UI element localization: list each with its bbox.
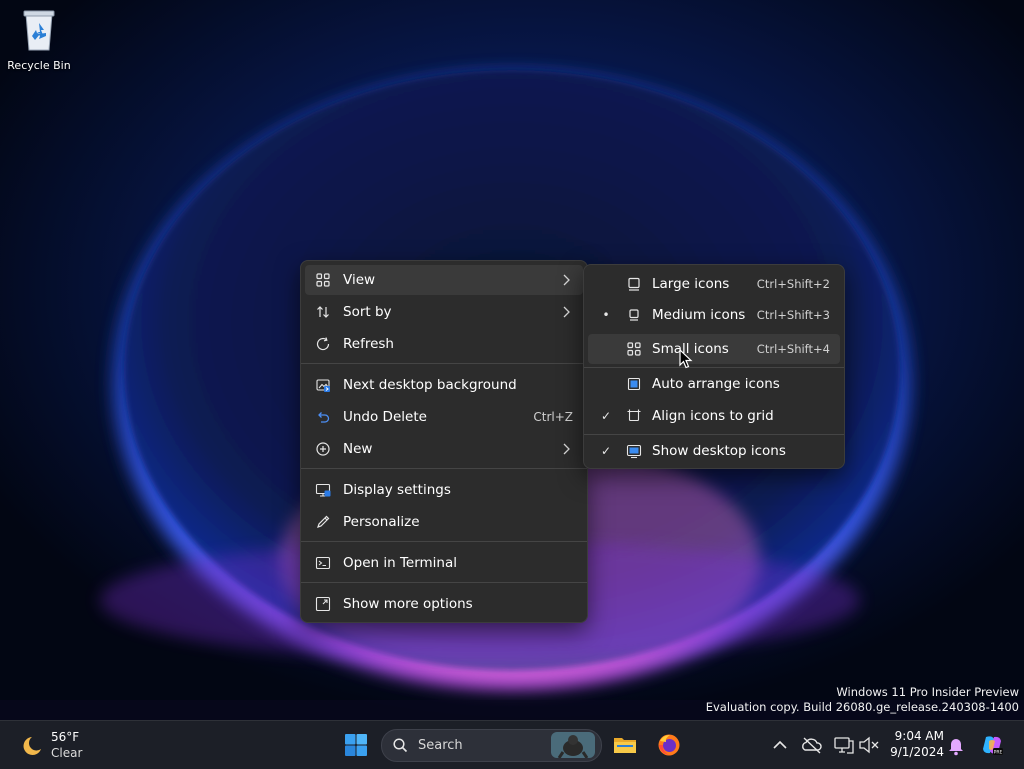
menu-item-label: Display settings (343, 482, 451, 498)
menu-item-open-in-terminal[interactable]: Open in Terminal (305, 548, 583, 578)
clock-time: 9:04 AM (894, 729, 944, 743)
chevron-up-icon[interactable] (768, 733, 792, 757)
pen-icon (317, 515, 330, 528)
chevron-right-icon (563, 306, 570, 318)
menu-item-label: New (343, 441, 373, 457)
undo-icon (318, 412, 330, 423)
file-explorer-icon (614, 738, 636, 753)
weather-widget[interactable]: 56°F Clear (18, 729, 98, 761)
selection-mark: • (602, 308, 610, 322)
menu-item-label: Next desktop background (343, 377, 517, 393)
menu-item-label: Show more options (343, 596, 473, 612)
file-explorer-button[interactable] (607, 727, 643, 763)
desktop-context-menu: View Sort by Refresh Next desktop backgr… (300, 260, 588, 623)
small-icons-icon (627, 342, 641, 356)
watermark-line-1: Windows 11 Pro Insider Preview (836, 685, 1019, 699)
system-clock[interactable]: 9:04 AM 9/1/2024 (884, 728, 944, 760)
menu-item-next-desktop-background[interactable]: Next desktop background (305, 370, 583, 400)
large-icons-icon (628, 277, 640, 291)
submenu-separator (584, 434, 844, 435)
menu-item-personalize[interactable]: Personalize (305, 507, 583, 537)
menu-item-display-settings[interactable]: Display settings (305, 475, 583, 505)
display-icon (315, 483, 331, 497)
refresh-icon (316, 337, 330, 351)
view-grid-icon (316, 273, 330, 287)
checkmark-icon: ✓ (600, 444, 612, 458)
checkmark-icon: ✓ (600, 409, 612, 423)
search-placeholder: Search (418, 738, 463, 753)
show-desktop-icon (626, 444, 642, 459)
mouse-cursor-icon (679, 349, 693, 369)
more-options-icon (315, 596, 331, 612)
taskbar: 56°F Clear Search 9:04 AM 9/1/2024 PRE (0, 720, 1024, 769)
medium-icons-icon (629, 309, 639, 321)
undo-shortcut: Ctrl+Z (533, 410, 573, 424)
submenu-shortcut: Ctrl+Shift+3 (756, 308, 830, 322)
start-button[interactable] (338, 727, 374, 763)
evaluation-watermark: Windows 11 Pro Insider Preview Evaluatio… (706, 685, 1019, 715)
new-plus-icon (316, 442, 330, 456)
submenu-item-auto-arrange-icons[interactable]: Auto arrange icons (588, 369, 840, 399)
search-highlight-gorilla-icon (551, 732, 595, 758)
menu-item-label: Personalize (343, 514, 420, 530)
submenu-item-large-icons[interactable]: Large icons Ctrl+Shift+2 (588, 269, 840, 299)
submenu-shortcut: Ctrl+Shift+2 (756, 277, 830, 291)
notification-bell-icon[interactable] (944, 733, 968, 757)
next-background-icon (316, 379, 330, 392)
menu-separator (301, 541, 587, 542)
menu-separator (301, 363, 587, 364)
chevron-right-icon (563, 274, 570, 286)
submenu-item-label: Show desktop icons (652, 443, 786, 459)
submenu-item-show-desktop-icons[interactable]: ✓ Show desktop icons (588, 436, 840, 466)
volume-muted-icon[interactable] (857, 733, 881, 757)
submenu-item-label: Medium icons (652, 307, 746, 323)
weather-condition: Clear (51, 746, 83, 760)
menu-item-label: Undo Delete (343, 409, 427, 425)
network-icon[interactable] (832, 733, 856, 757)
menu-item-label: Open in Terminal (343, 555, 457, 571)
menu-item-refresh[interactable]: Refresh (305, 329, 583, 359)
submenu-item-medium-icons[interactable]: • Medium icons Ctrl+Shift+3 (588, 300, 840, 330)
menu-item-label: Sort by (343, 304, 392, 320)
chevron-right-icon (563, 443, 570, 455)
menu-item-view[interactable]: View (305, 265, 583, 295)
view-submenu: Large icons Ctrl+Shift+2 • Medium icons … (583, 264, 845, 469)
submenu-item-label: Align icons to grid (652, 408, 774, 424)
submenu-item-small-icons[interactable]: Small icons Ctrl+Shift+4 (588, 334, 840, 364)
auto-arrange-icon (627, 377, 641, 391)
recycle-bin-desktop-icon[interactable]: Recycle Bin (4, 6, 74, 72)
recycle-bin-icon (23, 10, 55, 51)
menu-separator (301, 468, 587, 469)
align-grid-icon (627, 409, 641, 422)
firefox-icon (658, 734, 680, 756)
menu-item-undo-delete[interactable]: Undo Delete Ctrl+Z (305, 402, 583, 432)
menu-item-label: Refresh (343, 336, 394, 352)
menu-item-show-more-options[interactable]: Show more options (305, 589, 583, 619)
menu-item-sort-by[interactable]: Sort by (305, 297, 583, 327)
clock-date: 9/1/2024 (890, 745, 944, 759)
submenu-shortcut: Ctrl+Shift+4 (756, 342, 830, 356)
firefox-button[interactable] (651, 727, 687, 763)
taskbar-search-box[interactable]: Search (381, 729, 602, 762)
moon-icon (23, 737, 41, 755)
watermark-line-2: Evaluation copy. Build 26080.ge_release.… (705, 700, 1019, 714)
submenu-separator (584, 367, 844, 368)
svg-text:PRE: PRE (994, 750, 1003, 756)
start-icon (345, 734, 367, 756)
submenu-item-label: Large icons (652, 276, 730, 292)
menu-separator (301, 582, 587, 583)
submenu-item-align-icons-to-grid[interactable]: ✓ Align icons to grid (588, 401, 840, 431)
menu-item-label: View (343, 272, 376, 288)
menu-item-new[interactable]: New (305, 434, 583, 464)
submenu-item-label: Auto arrange icons (652, 376, 780, 392)
terminal-icon (315, 556, 331, 570)
search-icon (393, 738, 408, 753)
weather-temperature: 56°F (51, 730, 80, 744)
onedrive-icon[interactable] (800, 733, 824, 757)
recycle-bin-label: Recycle Bin (7, 59, 71, 72)
sort-icon (317, 306, 329, 318)
copilot-icon[interactable]: PRE (980, 733, 1004, 757)
